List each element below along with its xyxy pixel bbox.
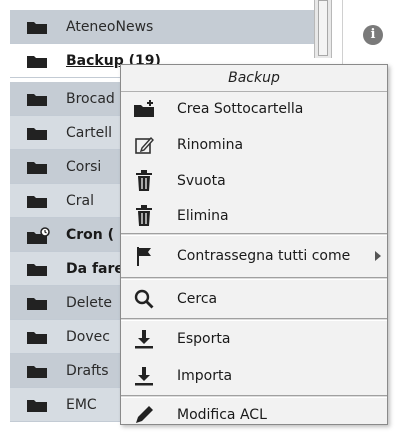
context-menu-title: Backup — [121, 65, 387, 92]
download-icon — [133, 328, 155, 350]
chevron-right-icon — [375, 251, 381, 261]
menu-separator — [121, 233, 387, 236]
download-icon — [133, 365, 155, 387]
menu-item-edit-acl[interactable]: Modifica ACL — [121, 398, 387, 432]
folder-add-icon — [133, 98, 155, 120]
folder-icon — [26, 363, 48, 379]
folder-label: Cron ( — [66, 226, 115, 243]
folder-item-ateneonews[interactable]: AteneoNews — [10, 10, 314, 44]
folder-icon — [26, 397, 48, 413]
folder-icon — [26, 125, 48, 141]
folder-label: Cartell — [66, 124, 112, 141]
folder-icon — [26, 193, 48, 209]
menu-item-search[interactable]: Cerca — [121, 282, 387, 316]
folder-icon — [26, 159, 48, 175]
trash-icon — [133, 170, 155, 192]
folder-icon — [26, 295, 48, 311]
menu-item-delete[interactable]: Elimina — [121, 199, 387, 233]
scrollbar-thumb[interactable] — [318, 0, 328, 56]
pencil-icon — [133, 404, 155, 426]
folder-label: Dovec — [66, 328, 110, 345]
context-menu: Backup Crea Sottocartella Rinomina Svuot… — [120, 64, 388, 425]
trash-icon — [133, 205, 155, 227]
menu-item-export[interactable]: Esporta — [121, 322, 387, 356]
edit-icon — [133, 134, 155, 156]
flag-icon — [133, 245, 155, 267]
search-icon — [133, 288, 155, 310]
folder-label: Brocad — [66, 90, 115, 107]
folder-label: Delete — [66, 294, 112, 311]
folder-icon — [26, 53, 48, 69]
folder-label: Cral — [66, 192, 94, 209]
folder-shared-icon — [26, 226, 50, 244]
folder-label: EMC — [66, 396, 97, 413]
folder-icon — [26, 329, 48, 345]
folder-label: Da fare — [66, 260, 124, 277]
folder-label: Drafts — [66, 362, 109, 379]
menu-item-empty[interactable]: Svuota — [121, 164, 387, 198]
info-icon[interactable]: i — [363, 25, 383, 45]
menu-separator — [121, 318, 387, 321]
folder-icon — [26, 19, 48, 35]
menu-item-rename[interactable]: Rinomina — [121, 128, 387, 162]
menu-item-create-subfolder[interactable]: Crea Sottocartella — [121, 92, 387, 126]
folder-icon — [26, 261, 48, 277]
folder-icon — [26, 91, 48, 107]
folder-label: AteneoNews — [66, 18, 154, 35]
menu-item-import[interactable]: Importa — [121, 359, 387, 393]
folder-label: Corsi — [66, 158, 102, 175]
menu-item-mark-all[interactable]: Contrassegna tutti come — [121, 239, 387, 273]
menu-separator — [121, 277, 387, 280]
